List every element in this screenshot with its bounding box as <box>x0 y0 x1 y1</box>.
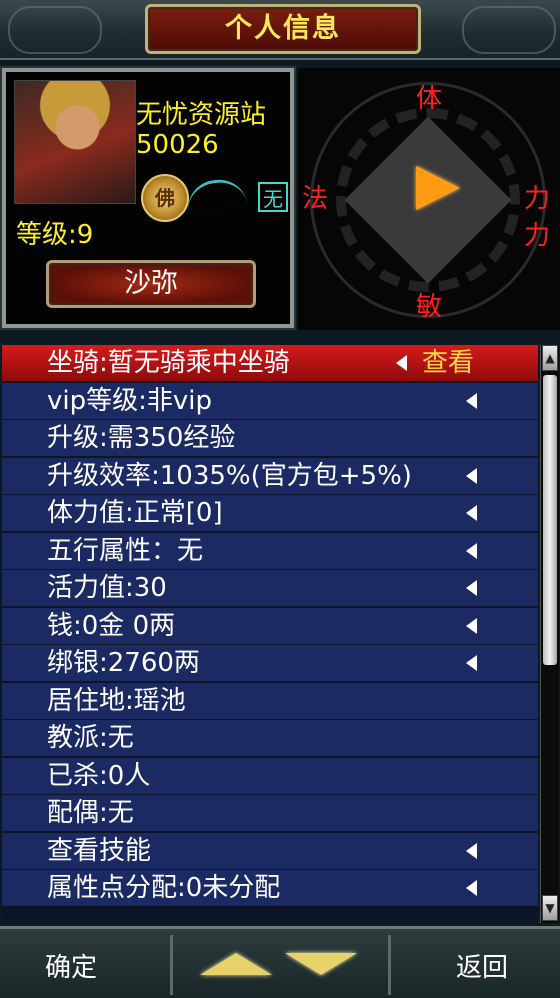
nav-down-icon[interactable] <box>285 953 357 975</box>
player-id: 50026 <box>136 130 219 160</box>
scroll-up-icon[interactable]: ▲ <box>542 345 558 371</box>
triangle-left-icon <box>396 355 407 371</box>
list-item-label: 坐骑:暂无骑乘中坐骑 <box>47 348 290 378</box>
triangle-left-icon <box>466 880 477 896</box>
compass-label-right: 力力 <box>524 184 551 251</box>
list-item-label: vip等级:非vip <box>47 385 212 416</box>
compass-label-left: 法 <box>302 184 329 214</box>
list-item-mount[interactable]: 坐骑:暂无骑乘中坐骑 查看 <box>2 345 538 381</box>
direction-compass[interactable]: 体 法 力力 敏 <box>298 68 560 330</box>
list-item-stamina[interactable]: 体力值:正常[0] <box>2 495 538 531</box>
list-item-residence[interactable]: 居住地:瑶池 <box>2 682 538 719</box>
triangle-left-icon <box>466 580 477 596</box>
triangle-left-icon <box>466 392 477 409</box>
page-title: 个人信息 <box>145 4 421 54</box>
confirm-button[interactable]: 确定 <box>45 947 97 984</box>
buddha-badge-icon: 佛 <box>141 174 189 222</box>
list-item-label: 居住地:瑶池 <box>47 685 186 716</box>
list-item-label: 升级:需350经验 <box>47 423 236 453</box>
list-item-label: 活力值:30 <box>47 573 167 603</box>
list-item-label: 配偶:无 <box>47 798 134 828</box>
triangle-left-icon <box>466 505 477 521</box>
list-item-attribute-points[interactable]: 属性点分配:0未分配 <box>2 870 538 906</box>
cloud-swirl-icon <box>184 175 248 214</box>
triangle-left-icon <box>466 617 477 634</box>
triangle-left-icon <box>466 467 477 484</box>
list-item-bound-silver[interactable]: 绑银:2760两 <box>2 645 538 681</box>
view-mount-link[interactable]: 查看 <box>422 345 474 381</box>
triangle-left-icon <box>466 542 477 559</box>
list-item-upgrade[interactable]: 升级:需350经验 <box>2 420 538 456</box>
list-item-vip[interactable]: vip等级:非vip <box>2 382 538 419</box>
divider <box>170 935 173 995</box>
list-item-label: 体力值:正常[0] <box>47 498 223 528</box>
player-info-panel: 无忧资源站 50026 佛 无 等级:9 沙弥 <box>2 68 294 328</box>
cloud-ornament-right <box>462 6 556 54</box>
back-button[interactable]: 返回 <box>456 947 508 984</box>
direction-arrow-icon <box>416 166 460 210</box>
list-item-element[interactable]: 五行属性：无 <box>2 532 538 569</box>
list-item-upgrade-efficiency[interactable]: 升级效率:1035%(官方包+5%) <box>2 457 538 494</box>
cloud-ornament-left <box>8 6 102 54</box>
list-item-label: 五行属性：无 <box>47 535 204 566</box>
attribute-list: 坐骑:暂无骑乘中坐骑 查看 vip等级:非vip 升级:需350经验 升级效率:… <box>2 345 538 920</box>
compass-label-bottom: 敏 <box>416 292 443 322</box>
compass-label-top: 体 <box>416 84 443 114</box>
list-item-sect[interactable]: 教派:无 <box>2 720 538 756</box>
player-name: 无忧资源站 <box>136 100 267 130</box>
list-item-label: 查看技能 <box>47 835 152 866</box>
scroll-thumb[interactable] <box>543 375 557 665</box>
list-item-label: 已杀:0人 <box>47 760 151 791</box>
nav-up-icon[interactable] <box>200 953 272 975</box>
list-item-label: 属性点分配:0未分配 <box>47 873 281 903</box>
list-item-kills[interactable]: 已杀:0人 <box>2 757 538 794</box>
player-level: 等级:9 <box>16 220 94 250</box>
title-bar: 个人信息 <box>0 0 560 60</box>
element-tag: 无 <box>258 182 288 212</box>
list-item-skills[interactable]: 查看技能 <box>2 832 538 869</box>
list-item-spouse[interactable]: 配偶:无 <box>2 795 538 831</box>
list-scrollbar[interactable]: ▲ ▼ <box>540 345 559 923</box>
scroll-down-icon[interactable]: ▼ <box>542 895 558 921</box>
avatar <box>14 80 136 204</box>
list-item-label: 升级效率:1035%(官方包+5%) <box>47 460 412 491</box>
list-item-label: 钱:0金 0两 <box>47 610 176 641</box>
divider <box>388 935 391 995</box>
list-item-vitality[interactable]: 活力值:30 <box>2 570 538 606</box>
list-item-label: 绑银:2760两 <box>47 648 200 678</box>
triangle-left-icon <box>466 842 477 859</box>
bottom-bar: 确定 返回 <box>0 926 560 998</box>
triangle-left-icon <box>466 655 477 671</box>
list-item-money[interactable]: 钱:0金 0两 <box>2 607 538 644</box>
list-item-label: 教派:无 <box>47 723 134 753</box>
rank-button[interactable]: 沙弥 <box>46 260 256 308</box>
